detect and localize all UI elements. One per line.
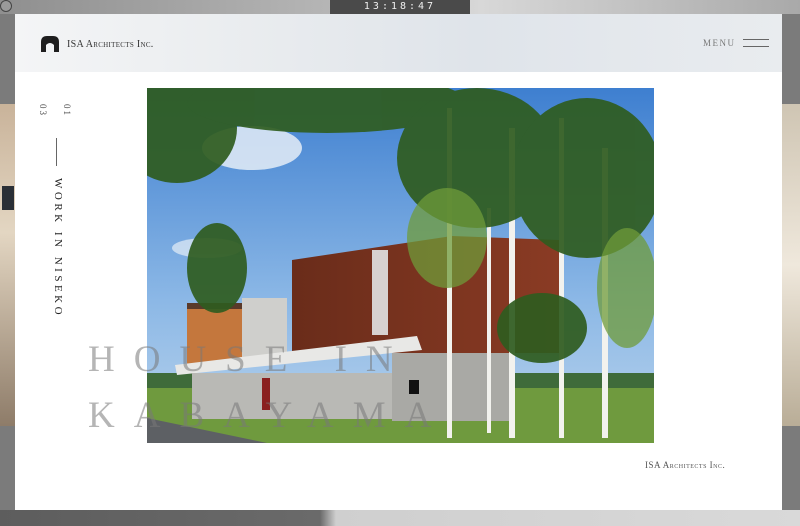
menu-label[interactable]: MENU [703, 38, 736, 48]
main-card: ISA Architects Inc. MENU 01 03 WORK IN N… [15, 14, 782, 510]
index-divider [56, 138, 57, 166]
site-header: ISA Architects Inc. MENU [15, 14, 782, 72]
footer-credit: ISA Architects Inc. [645, 460, 726, 470]
logo-mark-icon[interactable] [39, 34, 61, 52]
scroll-indicator-icon [0, 0, 12, 12]
current-slide-number: 01 [62, 104, 72, 117]
previous-slide-peek[interactable] [0, 104, 16, 426]
clock-display: 13:18:47 [330, 0, 470, 14]
next-slide-peek[interactable] [782, 104, 800, 426]
work-title: WORK IN NISEKO [52, 178, 64, 319]
project-photo[interactable] [147, 88, 654, 443]
hamburger-menu-icon[interactable] [743, 39, 769, 49]
total-slide-number: 03 [38, 104, 48, 117]
brand-name[interactable]: ISA Architects Inc. [67, 39, 154, 50]
background-bottom-strip [0, 510, 800, 526]
